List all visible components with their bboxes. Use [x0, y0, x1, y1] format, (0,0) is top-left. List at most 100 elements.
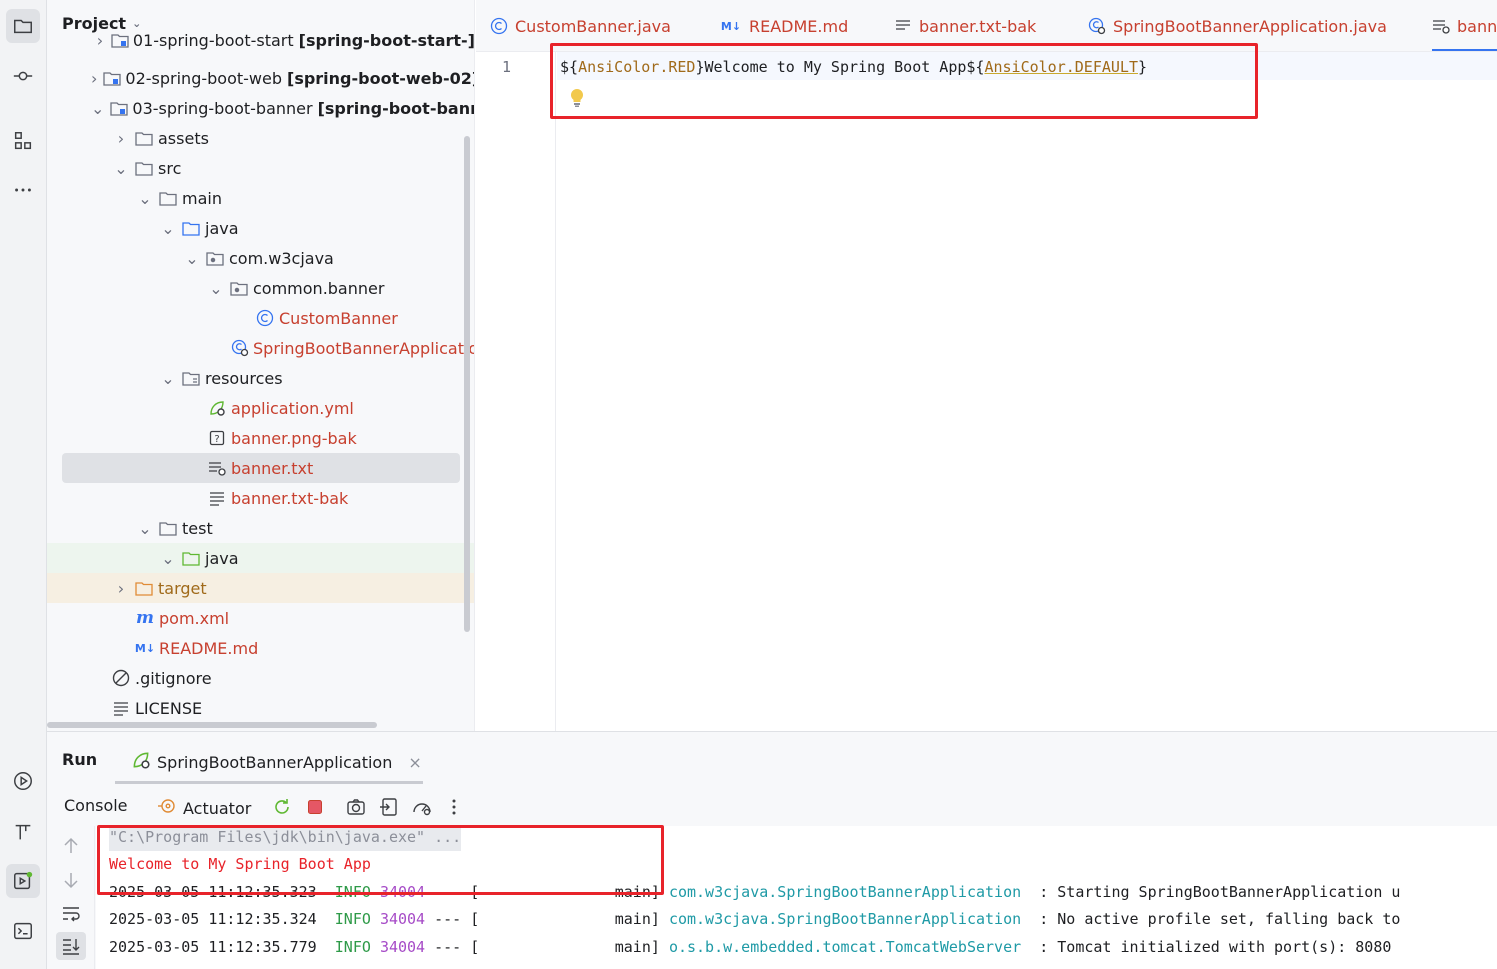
close-icon[interactable]: × — [408, 753, 421, 772]
log-message: : No active profile set, falling back to — [1039, 910, 1401, 928]
tree-item-application-yml[interactable]: application.yml — [47, 393, 474, 423]
actuator-tab[interactable]: Actuator — [157, 796, 251, 820]
tree-item-src[interactable]: ⌄ src — [47, 153, 474, 183]
tab-label: SpringBootBannerApplication.java — [1113, 16, 1387, 36]
spring-boot-class-icon — [231, 339, 249, 357]
activity-bar — [0, 0, 47, 969]
code-editor[interactable]: 1 ${AnsiColor.RED}Welcome to My Spring B… — [476, 52, 1497, 731]
spring-config-icon — [207, 399, 227, 417]
highlight-box-editor — [550, 43, 1258, 119]
text-file-icon — [894, 17, 912, 35]
chevron-down-icon: ⌄ — [91, 98, 105, 118]
log-logger: com.w3cjava.SpringBootBannerApplication — [668, 883, 1022, 901]
tree-item-resources[interactable]: ⌄ resources — [47, 363, 474, 393]
run-tool-icon[interactable] — [6, 864, 40, 898]
actuator-label: Actuator — [183, 798, 252, 818]
services-tool-icon[interactable] — [6, 764, 40, 798]
log-level: INFO — [334, 938, 371, 956]
tab-banner-txt[interactable]: bann — [1432, 0, 1497, 51]
chevron-right-icon: › — [91, 68, 98, 88]
markdown-icon: M↓ — [720, 19, 742, 33]
tree-item-banner-txt-bak[interactable]: banner.txt-bak — [47, 483, 474, 513]
terminal-tool-icon[interactable] — [6, 914, 40, 948]
java-class-icon — [490, 17, 508, 35]
tab-label: README.md — [749, 16, 849, 36]
more-options-icon[interactable] — [443, 796, 465, 818]
build-tool-icon[interactable] — [6, 815, 40, 849]
text-file-icon — [207, 459, 227, 477]
log-timestamp: 2025-03-05 11:12:35.324 — [109, 910, 317, 928]
text-file-icon — [1432, 17, 1450, 35]
scroll-to-end-icon[interactable] — [56, 932, 86, 960]
tree-item-label: target — [158, 578, 207, 598]
stop-icon[interactable] — [304, 796, 326, 818]
tree-item-label: SpringBootBannerApplicatio — [253, 338, 475, 358]
run-toolbar: Console Actuator — [47, 790, 1497, 824]
chevron-down-icon: ⌄ — [114, 158, 128, 178]
chevron-right-icon: › — [117, 578, 125, 598]
arrow-up-icon[interactable] — [61, 836, 81, 860]
structure-tool-icon[interactable] — [6, 124, 40, 158]
tree-item-label: assets — [158, 128, 209, 148]
tree-item-label: LICENSE — [135, 698, 203, 718]
tree-item-01-spring-boot-start[interactable]: › 01-spring-boot-start [spring-boot-star… — [47, 25, 475, 55]
actuator-icon — [157, 796, 177, 820]
editor-gutter: 1 — [476, 52, 556, 731]
tree-item-banner-png-bak[interactable]: ? banner.png-bak — [47, 423, 474, 453]
chevron-right-icon: › — [117, 128, 125, 148]
line-number: 1 — [502, 58, 512, 76]
run-tab-springbootbannerapplication[interactable]: SpringBootBannerApplication × — [131, 750, 422, 774]
tree-item-gitignore[interactable]: .gitignore — [47, 663, 474, 693]
log-logger: com.w3cjava.SpringBootBannerApplication — [668, 910, 1022, 928]
console-tab[interactable]: Console — [64, 796, 128, 815]
tree-item-license[interactable]: LICENSE — [47, 693, 474, 723]
tree-item-readme-md[interactable]: M↓ README.md — [47, 633, 474, 663]
tree-item-banner-txt[interactable]: banner.txt — [62, 453, 460, 483]
rerun-icon[interactable] — [271, 796, 293, 818]
spring-boot-class-icon — [1088, 17, 1106, 35]
more-tools-icon[interactable] — [6, 173, 40, 207]
unknown-file-icon: ? — [207, 429, 227, 447]
tree-item-target[interactable]: › target — [47, 573, 474, 603]
module-name: [spring-boot-start-] — [298, 30, 475, 50]
commit-tool-icon[interactable] — [6, 59, 40, 93]
tree-item-label: resources — [205, 368, 283, 388]
tree-item-common-banner[interactable]: ⌄ common.banner — [47, 273, 474, 303]
tree-item-test[interactable]: ⌄ test — [47, 513, 474, 543]
tree-item-label: java — [205, 218, 239, 238]
module-folder-icon — [110, 99, 129, 117]
horizontal-scrollbar[interactable] — [47, 722, 377, 728]
tree-item-main[interactable]: ⌄ main — [47, 183, 474, 213]
project-tool-icon[interactable] — [6, 9, 40, 43]
tree-item-java-main[interactable]: ⌄ java — [47, 213, 474, 243]
tree-item-java-test[interactable]: ⌄ java — [47, 543, 474, 573]
module-name: [spring-boot-web-02] — [287, 68, 475, 88]
package-icon — [205, 249, 225, 267]
arrow-down-icon[interactable] — [61, 870, 81, 894]
tree-item-custombanner[interactable]: CustomBanner — [47, 303, 474, 333]
tree-item-assets[interactable]: › assets — [47, 123, 474, 153]
tree-item-03-spring-boot-banner[interactable]: ⌄ 03-spring-boot-banner [spring-boot-ban… — [47, 93, 474, 123]
vertical-scrollbar[interactable] — [464, 136, 470, 632]
tree-item-springbootbannerapplication[interactable]: SpringBootBannerApplicatio — [47, 333, 475, 363]
profiler-icon[interactable] — [411, 796, 433, 818]
chevron-down-icon: ⌄ — [161, 548, 175, 568]
log-sep: --- [ — [434, 938, 480, 956]
maven-icon: m — [136, 608, 154, 628]
tab-label: bann — [1457, 16, 1497, 36]
folder-icon — [134, 129, 154, 147]
tree-item-02-spring-boot-web[interactable]: › 02-spring-boot-web [spring-boot-web-02… — [47, 63, 475, 93]
exit-icon[interactable] — [378, 796, 400, 818]
resources-folder-icon — [181, 369, 201, 387]
console-log-line: 2025-03-05 11:12:35.324 INFO 34004 --- [… — [109, 906, 1400, 933]
tree-item-pom-xml[interactable]: m pom.xml — [47, 603, 474, 633]
package-icon — [229, 279, 249, 297]
project-panel: Project ⌄ › 01-spring-boot-start [spring… — [47, 0, 475, 731]
soft-wrap-icon[interactable] — [61, 904, 81, 928]
tree-item-com-w3cjava[interactable]: ⌄ com.w3cjava — [47, 243, 474, 273]
camera-icon[interactable] — [345, 796, 367, 818]
tree-item-label: 02-spring-boot-web — [125, 68, 282, 88]
folder-icon — [158, 519, 178, 537]
excluded-folder-icon — [134, 579, 154, 597]
chevron-down-icon: ⌄ — [138, 518, 152, 538]
